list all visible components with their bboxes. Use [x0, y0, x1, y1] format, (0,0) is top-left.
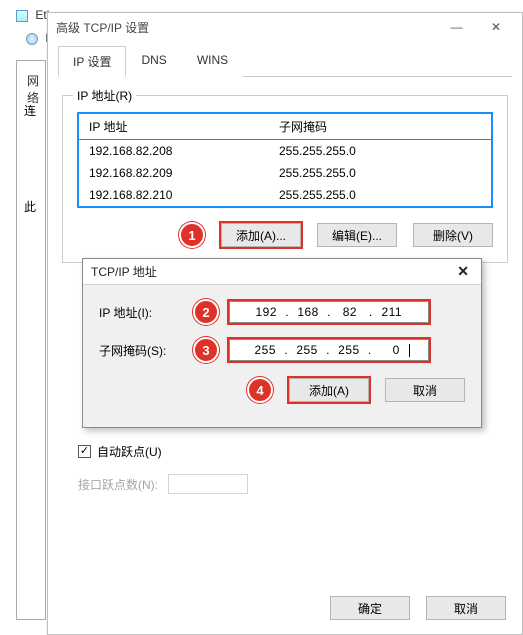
minimize-button[interactable]: —	[439, 20, 475, 34]
cell-ip: 192.168.82.208	[89, 144, 279, 158]
mask-octet: 255	[290, 343, 324, 357]
titlebar: 高级 TCP/IP 设置 — ✕	[48, 13, 522, 41]
ethernet-icon	[16, 10, 28, 22]
tab-ip-settings[interactable]: IP 设置	[58, 46, 126, 77]
interface-metric-label: 接口跃点数(N):	[78, 476, 158, 493]
cell-mask: 255.255.255.0	[279, 144, 481, 158]
callout-1: 1	[179, 222, 205, 248]
subnet-mask-input[interactable]: 255. 255. 255. 0	[229, 339, 429, 361]
subdialog-title: TCP/IP 地址	[91, 263, 157, 280]
ip-address-input[interactable]: 192. 168. 82. 211	[229, 301, 429, 323]
callout-4: 4	[247, 377, 273, 403]
subdialog-close-button[interactable]: ✕	[453, 263, 473, 280]
checkbox-icon: ✓	[78, 445, 91, 458]
cell-mask: 255.255.255.0	[279, 188, 481, 202]
tab-dns[interactable]: DNS	[126, 46, 181, 77]
cell-ip: 192.168.82.210	[89, 188, 279, 202]
interface-metric-input	[168, 474, 248, 494]
tab-wins[interactable]: WINS	[182, 46, 243, 77]
col-header-mask: 子网掩码	[279, 118, 481, 135]
cell-ip: 192.168.82.209	[89, 166, 279, 180]
remove-ip-button[interactable]: 删除(V)	[413, 223, 493, 247]
bg-ci: 此	[24, 198, 38, 215]
ip-octet: 192	[249, 305, 283, 319]
ip-address-group: IP 地址(R) IP 地址 子网掩码 192.168.82.208 255.2…	[62, 95, 508, 263]
list-row[interactable]: 192.168.82.209 255.255.255.0	[79, 162, 491, 184]
col-header-ip: IP 地址	[89, 118, 279, 135]
add-ip-button[interactable]: 添加(A)...	[221, 223, 301, 247]
edit-ip-button[interactable]: 编辑(E)...	[317, 223, 397, 247]
ok-button[interactable]: 确定	[330, 596, 410, 620]
ip-group-legend: IP 地址(R)	[73, 87, 136, 104]
ip-octet: 82	[333, 305, 367, 319]
subdialog-cancel-button[interactable]: 取消	[385, 378, 465, 402]
mask-octet: 255	[332, 343, 366, 357]
cancel-button[interactable]: 取消	[426, 596, 506, 620]
mask-octet: 0	[374, 343, 408, 357]
close-button[interactable]: ✕	[478, 20, 514, 34]
cell-mask: 255.255.255.0	[279, 166, 481, 180]
tab-strip: IP 设置 DNS WINS	[58, 45, 512, 77]
bg-lian: 连	[24, 102, 38, 119]
text-cursor	[409, 344, 410, 357]
callout-3: 3	[193, 337, 219, 363]
tcpip-address-dialog: TCP/IP 地址 ✕ IP 地址(I): 2 192. 168. 82. 21…	[82, 258, 482, 428]
list-row[interactable]: 192.168.82.208 255.255.255.0	[79, 140, 491, 162]
mask-octet: 255	[248, 343, 282, 357]
auto-metric-area: ✓ 自动跃点(U) 接口跃点数(N):	[78, 443, 492, 494]
mask-field-label: 子网掩码(S):	[99, 342, 183, 359]
bg-net-text: 网络	[27, 72, 35, 106]
auto-metric-checkbox[interactable]: ✓ 自动跃点(U)	[78, 443, 162, 460]
ip-octet: 168	[291, 305, 325, 319]
ip-octet: 211	[375, 305, 409, 319]
subdialog-add-button[interactable]: 添加(A)	[289, 378, 369, 402]
auto-metric-label: 自动跃点(U)	[97, 443, 162, 460]
bg-network-panel: 网络	[16, 60, 46, 620]
callout-2: 2	[193, 299, 219, 325]
ip-field-label: IP 地址(I):	[99, 304, 183, 321]
ip-address-list[interactable]: IP 地址 子网掩码 192.168.82.208 255.255.255.0 …	[77, 112, 493, 208]
list-row[interactable]: 192.168.82.210 255.255.255.0	[79, 184, 491, 206]
window-title: 高级 TCP/IP 设置	[56, 19, 149, 36]
ethernet-icon-2	[26, 33, 38, 45]
list-header: IP 地址 子网掩码	[79, 114, 491, 140]
